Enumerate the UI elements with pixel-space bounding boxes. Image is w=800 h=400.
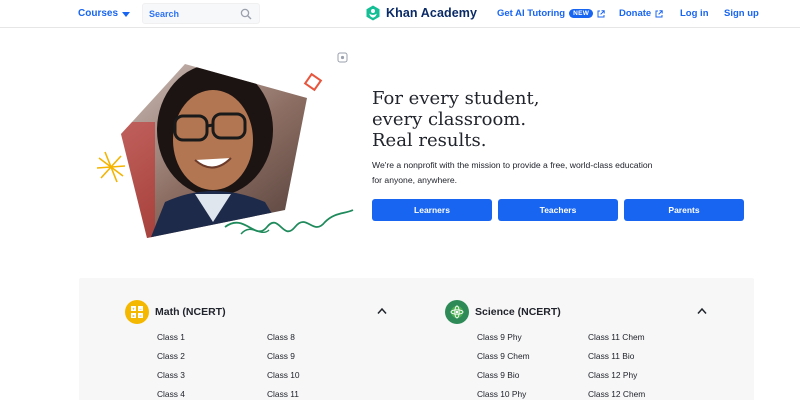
science-subject-icon	[445, 300, 469, 324]
headline-line-2: every classroom.	[372, 109, 527, 130]
learners-button[interactable]: Learners	[372, 199, 492, 221]
course-link[interactable]: Class 8	[267, 332, 300, 351]
hero-subtext: We're a nonprofit with the mission to pr…	[372, 158, 692, 188]
math-subject-header[interactable]: + − × = Math (NCERT)	[125, 300, 226, 324]
course-link[interactable]: Class 10	[267, 370, 300, 389]
search-input[interactable]	[149, 7, 237, 21]
get-ai-tutoring-link[interactable]: Get AI Tutoring NEW	[497, 8, 605, 19]
math-classes-column-1: Class 1 Class 2 Class 3 Class 4	[157, 332, 185, 400]
sparkle-icon	[96, 151, 126, 183]
courses-panel: + − × = Math (NCERT) Class 1 Class 2 Cla…	[79, 278, 754, 400]
courses-label: Courses	[78, 8, 119, 19]
course-link[interactable]: Class 3	[157, 370, 185, 389]
tutoring-label: Get AI Tutoring	[497, 8, 566, 19]
external-link-icon	[597, 9, 605, 17]
subtext-line-2: for anyone, anywhere.	[372, 175, 458, 185]
svg-text:=: =	[139, 313, 142, 318]
science-classes-column-1: Class 9 Phy Class 9 Chem Class 9 Bio Cla…	[477, 332, 530, 400]
course-link[interactable]: Class 12 Phy	[588, 370, 645, 389]
new-badge: NEW	[569, 9, 594, 18]
course-link[interactable]: Class 10 Phy	[477, 389, 530, 400]
parents-button[interactable]: Parents	[624, 199, 744, 221]
headline-line-1: For every student,	[372, 88, 540, 109]
headline-line-3: Real results.	[372, 130, 487, 151]
svg-text:−: −	[139, 306, 142, 311]
science-classes-column-2: Class 11 Chem Class 11 Bio Class 12 Phy …	[588, 332, 645, 400]
teachers-button[interactable]: Teachers	[498, 199, 618, 221]
course-link[interactable]: Class 12 Chem	[588, 389, 645, 400]
chevron-up-icon[interactable]	[697, 307, 707, 315]
course-link[interactable]: Class 9	[267, 351, 300, 370]
math-subject-icon: + − × =	[125, 300, 149, 324]
svg-text:×: ×	[132, 313, 135, 318]
math-classes-column-2: Class 8 Class 9 Class 10 Class 11	[267, 332, 300, 400]
khan-academy-logo[interactable]: Khan Academy	[365, 5, 477, 21]
courses-menu-button[interactable]: Courses	[78, 8, 131, 19]
math-subject-title: Math (NCERT)	[155, 306, 226, 318]
course-link[interactable]: Class 4	[157, 389, 185, 400]
donate-label: Donate	[619, 8, 652, 19]
science-subject-title: Science (NCERT)	[475, 306, 561, 318]
top-navigation-bar: Courses Khan Academy Get AI Tutoring NEW…	[0, 0, 800, 28]
khan-logo-icon	[366, 5, 380, 21]
login-link[interactable]: Log in	[680, 8, 709, 19]
svg-text:+: +	[132, 306, 135, 311]
logo-text: Khan Academy	[386, 6, 478, 20]
search-icon[interactable]	[240, 8, 252, 20]
search-box	[142, 3, 260, 24]
course-link[interactable]: Class 9 Bio	[477, 370, 530, 389]
hero-headline: For every student, every classroom. Real…	[372, 88, 539, 151]
course-link[interactable]: Class 9 Phy	[477, 332, 530, 351]
course-link[interactable]: Class 2	[157, 351, 185, 370]
signup-link[interactable]: Sign up	[724, 8, 759, 19]
chevron-up-icon[interactable]	[377, 307, 387, 315]
donate-link[interactable]: Donate	[619, 8, 663, 19]
course-link[interactable]: Class 11 Bio	[588, 351, 645, 370]
course-link[interactable]: Class 9 Chem	[477, 351, 530, 370]
course-link[interactable]: Class 11	[267, 389, 300, 400]
course-link[interactable]: Class 11 Chem	[588, 332, 645, 351]
external-link-icon	[655, 9, 663, 17]
hero-student-photo	[96, 52, 354, 238]
subtext-line-1: We're a nonprofit with the mission to pr…	[372, 160, 653, 170]
chevron-down-icon	[122, 11, 131, 17]
course-link[interactable]: Class 1	[157, 332, 185, 351]
science-subject-header[interactable]: Science (NCERT)	[445, 300, 561, 324]
